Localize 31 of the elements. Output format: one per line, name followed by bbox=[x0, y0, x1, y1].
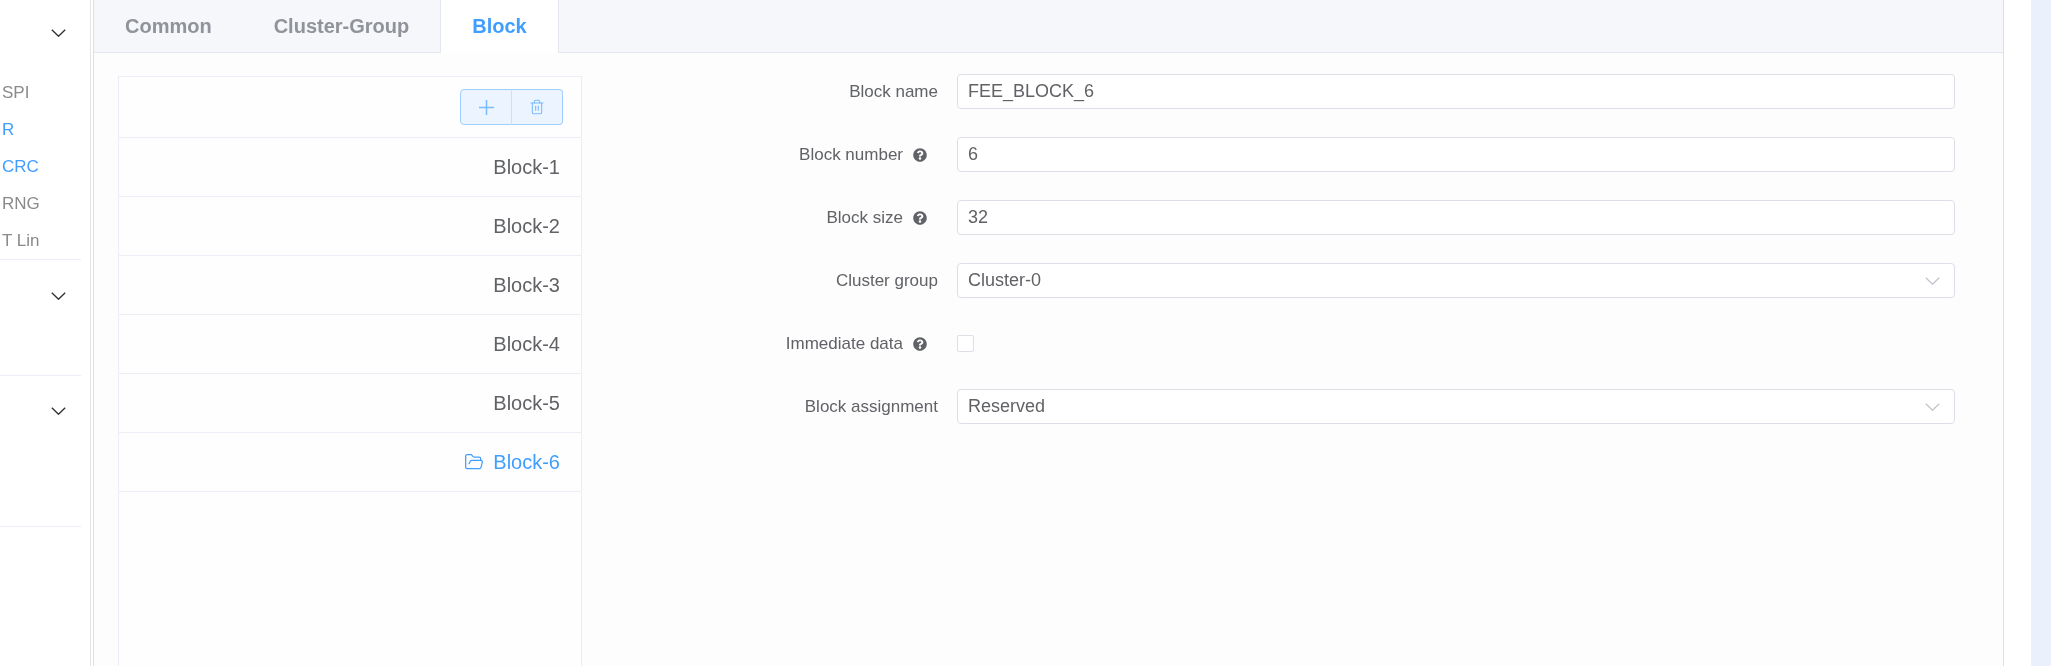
plus-icon bbox=[478, 99, 494, 115]
folder-icon bbox=[464, 452, 485, 472]
sidebar-item[interactable]: SPI bbox=[0, 74, 81, 111]
block-list-item[interactable]: Block-3 bbox=[119, 256, 581, 315]
select-field[interactable]: Cluster-0 bbox=[957, 263, 1955, 298]
field-label: Block size bbox=[826, 207, 903, 228]
field-label: Block name bbox=[849, 81, 938, 102]
block-list-item[interactable]: Block-5 bbox=[119, 374, 581, 433]
block-list-item[interactable]: Block-2 bbox=[119, 197, 581, 256]
select-field[interactable]: Reserved bbox=[957, 389, 1955, 424]
field-label: Immediate data bbox=[785, 333, 903, 354]
chevron-down-icon bbox=[1925, 276, 1940, 285]
text-input[interactable]: 32 bbox=[957, 200, 1955, 235]
sidebar-item[interactable]: RNG bbox=[0, 185, 81, 222]
chevron-down-icon bbox=[51, 29, 66, 37]
text-input[interactable]: 6 bbox=[957, 137, 1955, 172]
block-list-item[interactable]: Block-1 bbox=[119, 138, 581, 197]
help-icon[interactable] bbox=[913, 336, 927, 351]
checkbox[interactable] bbox=[957, 335, 974, 352]
field-label: Cluster group bbox=[835, 270, 938, 291]
chevron-down-icon bbox=[51, 407, 66, 415]
text-input[interactable]: FEE_BLOCK_6 bbox=[957, 74, 1955, 109]
chevron-down-icon bbox=[51, 292, 66, 300]
help-icon[interactable] bbox=[913, 210, 927, 225]
field-label: Block assignment bbox=[804, 396, 938, 417]
chevron-down-icon bbox=[1925, 402, 1940, 411]
sidebar-item[interactable]: T Lin bbox=[0, 222, 81, 259]
block-list-item[interactable]: Block-4 bbox=[119, 315, 581, 374]
field-label: Block number bbox=[799, 144, 903, 165]
help-icon[interactable] bbox=[913, 147, 927, 162]
trash-icon bbox=[529, 99, 545, 115]
